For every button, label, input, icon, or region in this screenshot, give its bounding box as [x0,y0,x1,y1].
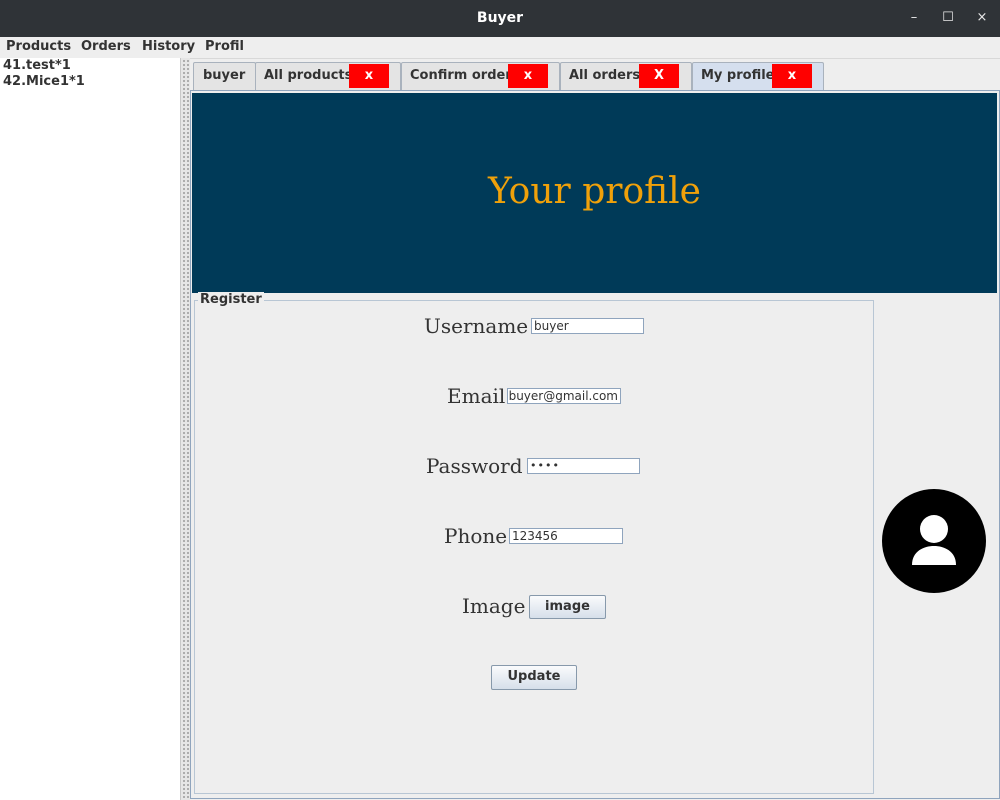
email-field[interactable]: buyer@gmail.com [507,388,621,404]
username-label: Username [424,314,529,338]
user-silhouette-icon [912,515,956,565]
tab-label: My profile [701,68,775,83]
list-item[interactable]: 41.test*1 [0,58,180,74]
update-button[interactable]: Update [491,665,577,690]
tab-close-button[interactable]: x [349,64,389,88]
phone-field[interactable]: 123456 [509,528,623,544]
page-title: Your profile [488,171,701,212]
email-label: Email [447,384,506,408]
title-bar: Buyer – ☐ × [0,0,1000,37]
phone-label: Phone [444,524,508,548]
tab-confirm-order[interactable]: Confirm order x [401,62,560,90]
close-icon[interactable]: × [972,8,992,28]
tab-label: All products [264,68,353,83]
tab-label: buyer [203,68,246,83]
menu-history[interactable]: History [142,39,195,54]
avatar[interactable] [882,489,986,593]
password-field[interactable]: •••• [527,458,640,474]
window-title: Buyer [476,10,524,26]
menu-profil[interactable]: Profil [205,39,244,54]
register-group-title: Register [198,292,264,307]
list-item[interactable]: 42.Mice1*1 [0,74,180,90]
profile-banner: Your profile [192,93,997,293]
menu-products[interactable]: Products [6,39,71,54]
menu-bar: Products Orders History Profil [0,37,1000,59]
cart-list: 41.test*1 42.Mice1*1 [0,58,181,800]
image-button[interactable]: image [529,595,606,619]
tab-my-profile[interactable]: My profile x [692,62,824,91]
tab-close-button[interactable]: X [639,64,679,88]
tab-label: Confirm order [410,68,512,83]
tab-all-orders[interactable]: All orders X [560,62,692,90]
tab-close-button[interactable]: x [772,64,812,88]
maximize-icon[interactable]: ☐ [938,8,958,28]
tab-all-products[interactable]: All products x [255,62,401,90]
menu-orders[interactable]: Orders [81,39,131,54]
minimize-icon[interactable]: – [904,8,924,28]
tab-buyer[interactable]: buyer [193,62,256,90]
tab-label: All orders [569,68,641,83]
image-label: Image [462,594,526,618]
password-label: Password [426,454,523,478]
split-pane-divider[interactable] [181,58,190,800]
register-group [194,300,874,794]
tab-close-button[interactable]: x [508,64,548,88]
username-field[interactable]: buyer [531,318,644,334]
